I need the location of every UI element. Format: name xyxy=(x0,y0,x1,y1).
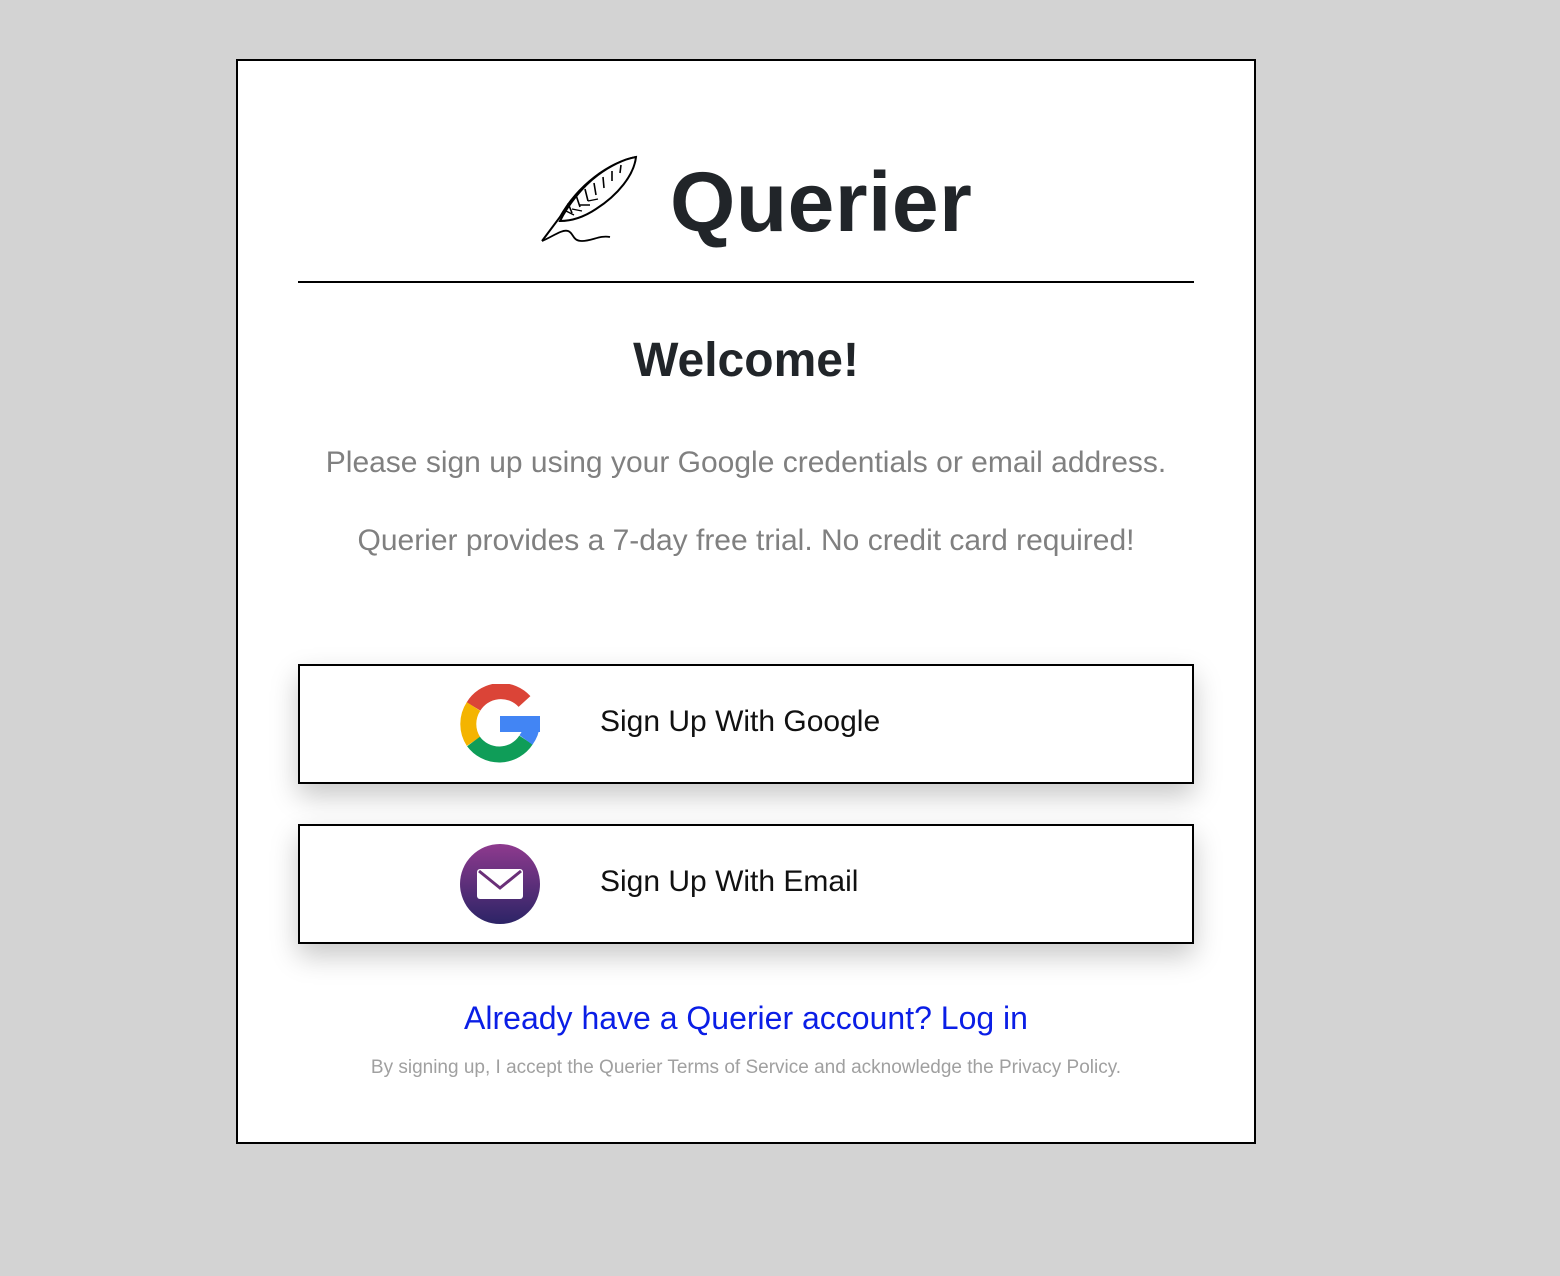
sign-up-google-label: Sign Up With Google xyxy=(600,705,881,738)
sign-up-email-button[interactable]: Sign Up With Email xyxy=(298,824,1194,944)
brand-name: Querier xyxy=(670,155,973,249)
login-link[interactable]: Already have a Querier account? Log in xyxy=(238,998,1254,1038)
envelope-icon xyxy=(460,844,540,924)
welcome-heading: Welcome! xyxy=(633,334,859,387)
sign-up-email-label: Sign Up With Email xyxy=(600,865,859,898)
trial-note: Querier provides a 7-day free trial. No … xyxy=(357,524,1135,557)
brand-header: Querier xyxy=(238,149,1254,259)
google-g-icon xyxy=(460,684,540,763)
legal-disclaimer: By signing up, I accept the Querier Term… xyxy=(370,1057,1122,1078)
signup-card: Querier Welcome! Please sign up using yo… xyxy=(236,59,1256,1144)
sign-up-google-button[interactable]: Sign Up With Google xyxy=(298,664,1194,784)
quill-feather-icon xyxy=(541,155,638,242)
header-divider xyxy=(298,281,1194,283)
signup-instructions: Please sign up using your Google credent… xyxy=(325,446,1167,479)
